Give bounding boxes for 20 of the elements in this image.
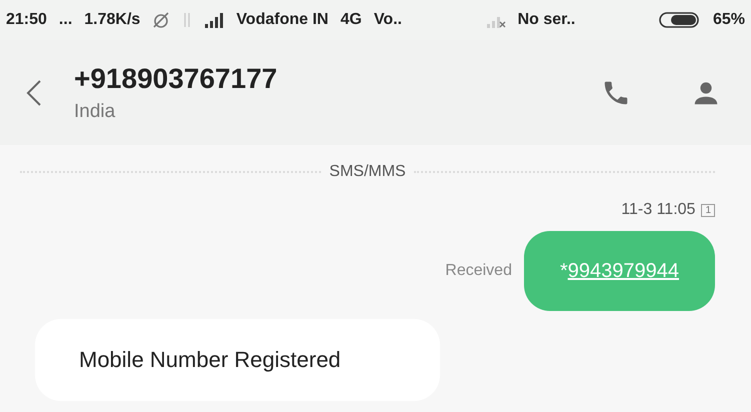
battery-percent: 65% <box>712 11 745 29</box>
delivery-status: Received <box>445 262 512 280</box>
network-type: 4G <box>340 11 362 29</box>
carrier-name: No ser.. <box>518 11 576 29</box>
network-speed: 1.78K/s <box>84 11 140 29</box>
carrier-name: Vodafone IN <box>236 11 328 29</box>
message-type-label: SMS/MMS <box>329 163 406 181</box>
contact-number: +918903767177 <box>74 62 278 94</box>
incoming-message-bubble: Mobile Number Registered <box>35 319 440 401</box>
contact-country: India <box>74 100 116 122</box>
message-time: 11-3 11:05 <box>621 201 696 219</box>
alarm-off-icon <box>152 11 170 29</box>
battery-icon <box>658 11 701 29</box>
notification-dots: ... <box>58 11 72 29</box>
message-prefix: * <box>560 260 568 282</box>
phone-link[interactable]: 9943979944 <box>568 260 679 282</box>
carrier-extra: Vo.. <box>374 11 402 29</box>
sim-badge: 1 <box>701 204 715 216</box>
clock: 21:50 <box>6 11 47 29</box>
signal-icon <box>204 12 224 28</box>
